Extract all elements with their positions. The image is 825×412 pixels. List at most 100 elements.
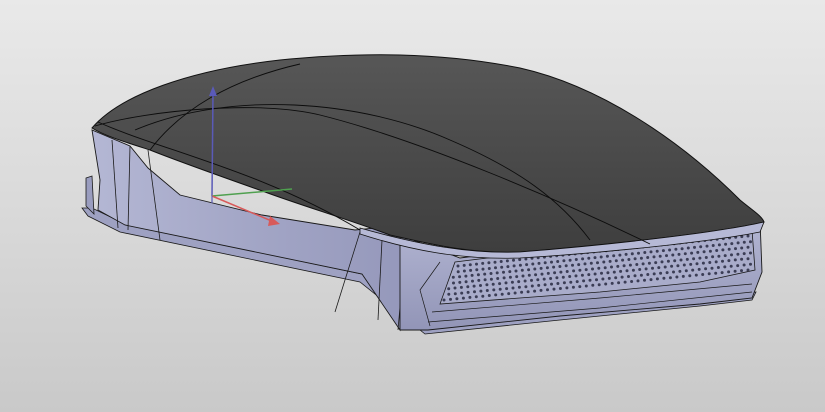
vent-hole — [746, 257, 750, 261]
vent-hole — [442, 298, 446, 302]
vent-hole — [714, 260, 718, 264]
vent-hole — [596, 261, 599, 265]
vent-hole — [578, 285, 582, 289]
vent-hole — [462, 263, 466, 267]
vent-hole — [507, 292, 511, 296]
vent-hole — [612, 254, 616, 258]
vent-hole — [679, 258, 683, 262]
vent-hole — [496, 277, 500, 280]
vent-hole — [681, 274, 685, 278]
vent-hole — [660, 260, 664, 264]
vent-hole — [525, 263, 529, 267]
vent-hole — [701, 261, 705, 265]
vent-hole — [514, 269, 518, 273]
vent-hole — [575, 280, 579, 284]
vent-hole — [727, 270, 731, 274]
vent-hole — [460, 291, 464, 295]
vent-hole — [475, 262, 478, 266]
model-canvas[interactable] — [0, 0, 825, 412]
vent-hole — [655, 277, 659, 281]
vent-hole — [622, 264, 626, 268]
vent-hole — [631, 268, 635, 272]
vent-hole — [696, 250, 700, 254]
vent-hole — [456, 264, 460, 268]
vent-hole — [565, 270, 569, 273]
vent-hole — [494, 293, 498, 297]
vent-hole — [542, 277, 546, 281]
vent-hole — [489, 272, 493, 275]
vent-hole — [727, 247, 731, 251]
vent-hole — [723, 265, 727, 269]
vent-hole — [641, 262, 645, 266]
vent-hole — [691, 268, 695, 272]
vent-hole — [654, 261, 658, 265]
vent-hole — [561, 275, 565, 279]
vent-hole — [452, 281, 455, 285]
vent-hole — [487, 294, 491, 297]
vent-hole — [663, 265, 667, 269]
vent-hole — [665, 254, 668, 258]
vent-hole — [661, 249, 665, 253]
vent-hole — [458, 280, 462, 284]
vent-hole — [504, 281, 508, 285]
vent-hole — [469, 268, 473, 272]
vent-hole — [670, 264, 674, 268]
vent-hole — [682, 263, 686, 267]
vent-hole — [652, 272, 656, 276]
vent-hole — [458, 275, 462, 279]
vent-hole — [617, 281, 621, 285]
vent-hole — [742, 252, 746, 256]
vent-hole — [618, 253, 622, 257]
vent-hole — [472, 284, 476, 288]
vent-hole — [536, 278, 540, 282]
vent-hole — [658, 254, 662, 258]
vent-hole — [649, 278, 653, 282]
vent-hole — [610, 281, 614, 285]
vent-hole — [619, 269, 623, 273]
vent-hole — [591, 267, 594, 271]
vent-hole — [740, 269, 743, 273]
vent-hole — [723, 254, 727, 258]
vent-hole — [571, 285, 575, 289]
vent-hole — [708, 249, 712, 253]
vent-hole — [521, 274, 525, 278]
vent-hole — [495, 271, 499, 275]
vent-hole — [686, 246, 690, 250]
vent-hole — [716, 266, 720, 269]
vent-hole — [621, 258, 625, 262]
vent-hole — [652, 255, 656, 259]
vent-hole — [581, 257, 585, 261]
vent-hole — [587, 256, 591, 260]
vent-hole — [562, 281, 566, 285]
vent-hole — [688, 274, 692, 278]
vent-hole — [746, 234, 750, 238]
vent-hole — [582, 279, 586, 283]
vent-hole — [481, 261, 485, 265]
vent-hole — [584, 284, 588, 288]
vent-hole — [574, 274, 578, 278]
vent-hole — [591, 283, 595, 287]
vent-hole — [677, 252, 681, 256]
vent-hole — [643, 278, 646, 282]
vent-hole — [633, 257, 637, 261]
3d-viewport[interactable] — [0, 0, 825, 412]
vent-hole — [558, 287, 562, 290]
vent-hole — [464, 280, 468, 284]
vent-hole — [673, 259, 677, 263]
vent-hole — [604, 282, 608, 286]
vent-hole — [530, 284, 534, 288]
vent-hole — [564, 264, 568, 268]
vent-hole — [710, 266, 714, 270]
vent-hole — [600, 271, 603, 275]
vent-hole — [746, 245, 750, 249]
vent-hole — [492, 288, 496, 292]
vent-hole — [508, 270, 512, 274]
vent-hole — [736, 264, 740, 268]
vent-hole — [649, 250, 653, 254]
vent-hole — [505, 259, 509, 263]
vent-hole — [491, 282, 495, 286]
vent-hole — [475, 268, 479, 272]
vent-hole — [676, 264, 680, 268]
vent-hole — [704, 256, 708, 259]
vent-hole — [568, 275, 572, 278]
